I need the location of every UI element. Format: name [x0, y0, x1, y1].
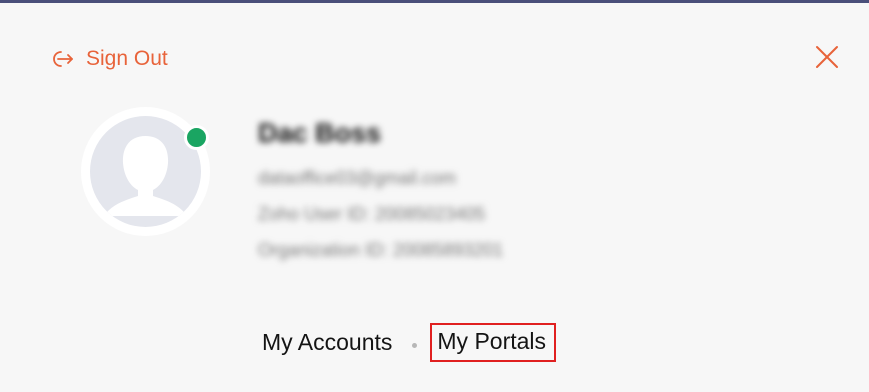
sign-out-label: Sign Out	[86, 47, 168, 70]
user-email: dataoffice03@gmail.com	[258, 168, 457, 188]
close-button[interactable]	[811, 41, 843, 73]
sign-out-button[interactable]: Sign Out	[50, 43, 168, 75]
avatar	[81, 107, 210, 236]
online-status-indicator	[184, 125, 209, 150]
close-icon	[811, 46, 843, 77]
my-accounts-link[interactable]: My Accounts	[262, 329, 392, 356]
link-separator	[412, 342, 418, 348]
organization-id: Organization ID: 20085893201	[258, 240, 504, 260]
sign-out-icon	[50, 48, 76, 70]
user-id: Zoho User ID: 20085023405	[258, 204, 486, 224]
account-links: My Accounts My Portals	[262, 322, 557, 362]
my-portals-link[interactable]: My Portals	[430, 322, 557, 362]
profile-panel: Sign Out Dac Boss dataoffice03@gmail.com…	[0, 3, 869, 392]
user-info: Dac Boss dataoffice03@gmail.com Zoho Use…	[258, 113, 503, 261]
user-name: Dac Boss	[258, 118, 382, 148]
